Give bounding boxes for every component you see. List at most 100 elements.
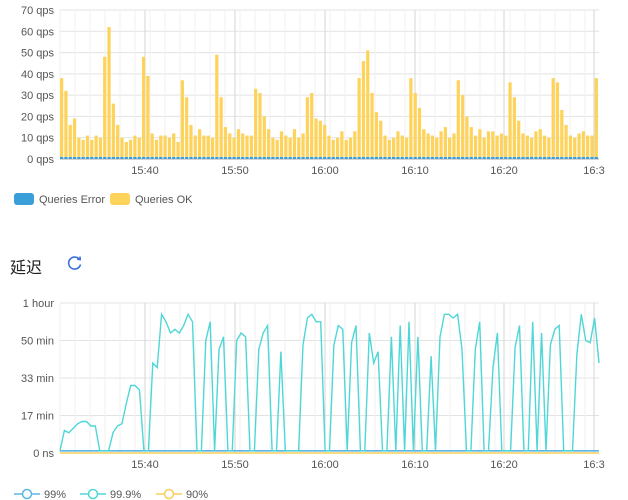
qps-bar-error [288,156,292,159]
qps-bar-error [517,156,521,159]
qps-bar-error [249,156,253,159]
qps-bar-ok [185,97,189,157]
latency-grid [59,302,599,454]
qps-bar-error [193,156,197,159]
qps-bar-error [77,156,81,159]
legend-item-99-9[interactable]: 99.9% [80,488,141,500]
qps-bar-ok [456,80,460,157]
qps-bar-error [486,156,491,159]
qps-bar-error [172,156,176,159]
qps-bar-error [292,156,297,159]
qps-bar-error [232,156,236,159]
qps-bar-ok [85,135,90,157]
qps-bar-error [241,156,245,159]
qps-bar-error [133,156,137,159]
qps-bar-ok [512,97,516,157]
qps-bar-ok [266,129,271,157]
qps-bar-ok [521,133,525,157]
qps-bar-error [525,156,529,159]
qps-bar-error [551,156,555,159]
qps-bar-ok [323,124,327,157]
qps-bar-ok [430,135,435,157]
refresh-icon[interactable] [66,254,84,272]
qps-bar-error [573,156,577,159]
qps-bar-ok [538,129,542,157]
latency-section-title: 延迟 [10,258,43,277]
qps-bar-ok [116,124,120,157]
qps-bar-ok [223,127,228,157]
lat-x-tick: 16:3 [583,459,604,471]
latency-y-axis: 0 ns 17 min 33 min 50 min 1 hour [21,298,55,460]
qps-bar-ok [193,135,197,157]
qps-bar-ok [219,97,223,157]
legend-item-90[interactable]: 90% [156,488,208,500]
qps-bar-error [348,156,353,159]
qps-bar-ok [478,129,482,157]
qps-bar-error [331,156,335,159]
qps-bar-ok [241,133,245,157]
legend-item-queries-error[interactable]: Queries Error [14,193,105,206]
lat-y-tick: 0 ns [33,448,54,460]
qps-bar-ok [137,137,141,157]
qps-bar-error [430,156,435,159]
lat-y-tick: 17 min [21,411,54,423]
qps-y-tick: 30 qps [21,90,55,102]
qps-bar-error [154,156,159,159]
qps-bar-error [219,156,223,159]
qps-bar-ok [383,135,387,157]
legend-item-queries-ok[interactable]: Queries OK [110,193,193,206]
qps-bar-ok [426,133,430,157]
qps-bar-ok [292,129,297,157]
qps-bar-ok [81,139,85,157]
qps-legend[interactable]: Queries Error Queries OK [14,193,193,206]
qps-bar-error [141,156,146,159]
qps-bar-error [366,156,370,159]
qps-bar-error [215,156,219,159]
qps-bar-error [254,156,258,159]
qps-bar-ok [469,127,473,157]
qps-bar-error [512,156,516,159]
qps-bar-ok [573,137,577,157]
latency-legend[interactable]: 99% 99.9% 90% [14,488,208,500]
qps-bar-error [72,156,77,159]
qps-bar-error [495,156,499,159]
qps-bar-ok [560,110,564,157]
qps-bar-ok [439,131,443,157]
qps-bar-error [353,156,357,159]
qps-bar-error [568,156,573,159]
qps-bar-error [564,156,568,159]
qps-bar-error [542,156,547,159]
lat-y-tick: 33 min [21,373,54,385]
qps-y-tick: 50 qps [21,48,55,60]
qps-bar-ok [448,137,452,157]
qps-bar-ok [262,116,266,157]
qps-bar-ok [249,135,253,157]
qps-bar-ok [348,137,353,157]
legend-item-99[interactable]: 99% [14,488,66,500]
qps-bar-ok [172,133,176,157]
qps-bar-error [594,156,598,159]
qps-bar-error [262,156,266,159]
qps-bar-error [189,156,193,159]
qps-bar-error [120,156,124,159]
legend-swatch [110,193,130,205]
qps-bar-ok [245,135,249,157]
qps-bar-error [555,156,560,159]
qps-bar-error [258,156,262,159]
qps-bar-ok [327,135,331,157]
qps-bar-ok [60,78,64,157]
qps-bar-error [301,156,305,159]
qps-bar-ok [409,78,413,157]
qps-bar-error [98,156,103,159]
qps-bar-error [305,156,310,159]
qps-bar-ok [435,137,439,157]
qps-bar-ok [111,103,115,157]
qps-bar-error [534,156,538,159]
qps-bar-ok [387,139,391,157]
qps-bar-ok [331,139,335,157]
qps-bar-ok [508,82,512,157]
qps-bar-error [482,156,486,159]
qps-bar-error [68,156,72,159]
legend-marker [87,488,99,500]
qps-y-tick: 10 qps [21,133,55,145]
